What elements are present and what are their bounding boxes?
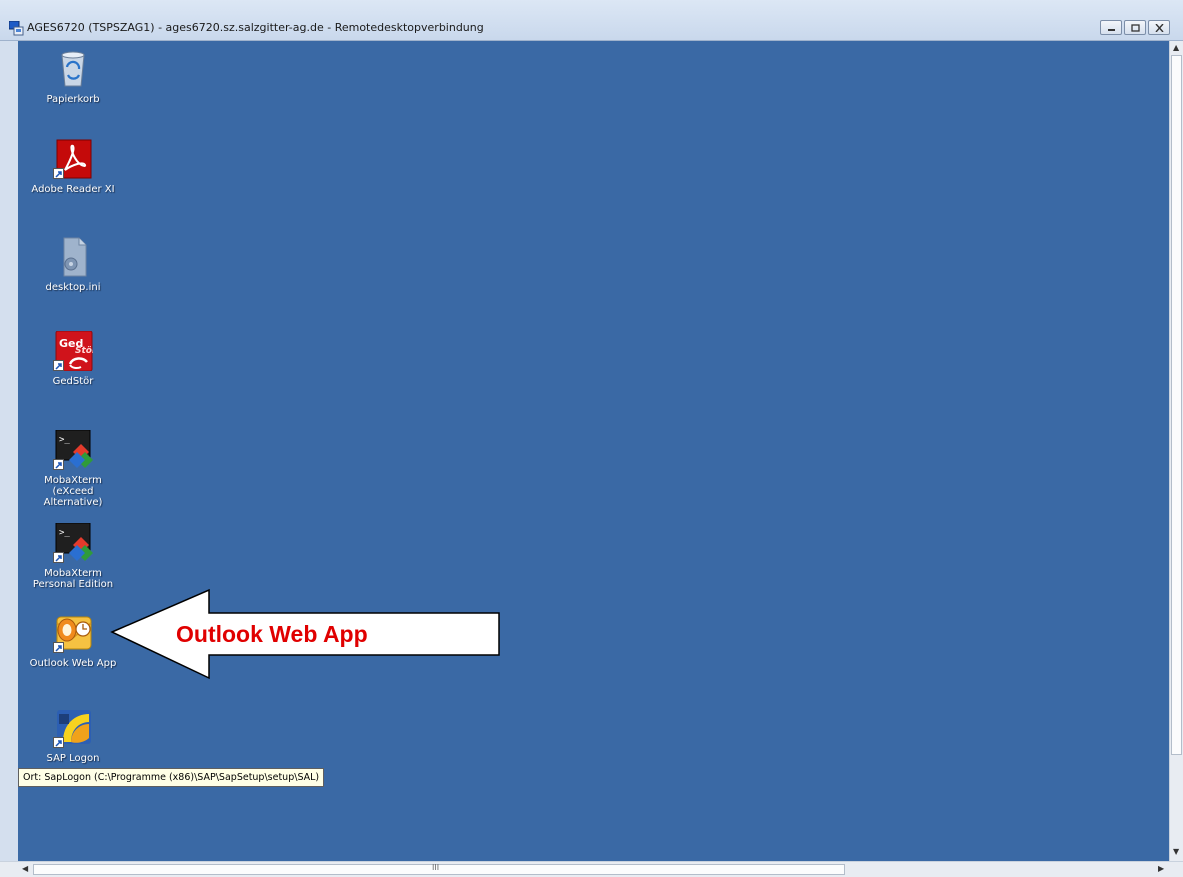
minimize-icon	[1108, 29, 1115, 31]
desktop-icon-gedstoer[interactable]: Ged Stör GedStör	[29, 331, 117, 387]
svg-text:>_: >_	[59, 435, 70, 445]
desktop-area: Papierkorb Adobe Reader XI desktop.ini G…	[18, 41, 1169, 861]
gedstoer-icon: Ged Stör	[53, 331, 93, 371]
vertical-scrollbar[interactable]: ▲ ▼	[1169, 41, 1183, 861]
svg-text:>_: >_	[59, 528, 70, 538]
horizontal-scroll-thumb[interactable]: III	[33, 863, 845, 875]
icon-label: Outlook Web App	[29, 658, 117, 669]
title-bar[interactable]: AGES6720 (TSPSZAG1) - ages6720.sz.salzgi…	[0, 0, 1183, 41]
vertical-scroll-thumb[interactable]	[1171, 55, 1182, 755]
icon-label: MobaXterm (eXceed Alternative)	[43, 475, 103, 508]
shortcut-arrow-icon	[53, 360, 64, 371]
desktop-icon-sap-logon[interactable]: SAP Logon	[29, 708, 117, 764]
desktop-icon-mobaxterm-personal[interactable]: >_ MobaXterm Personal Edition	[29, 523, 117, 590]
horizontal-scrollbar[interactable]: ◀ III ▶	[0, 861, 1183, 877]
icon-label: Adobe Reader XI	[31, 184, 115, 195]
icon-label: SAP Logon	[46, 753, 100, 764]
scroll-grip: III	[432, 863, 440, 872]
mobaxterm-icon: >_	[53, 430, 93, 470]
icon-label: Papierkorb	[46, 94, 100, 105]
tooltip: Ort: SapLogon (C:\Programme (x86)\SAP\Sa…	[18, 768, 325, 787]
shortcut-arrow-icon	[53, 168, 64, 179]
minimize-button[interactable]	[1100, 20, 1122, 35]
close-button[interactable]	[1148, 20, 1170, 35]
icon-label: GedStör	[52, 376, 94, 387]
close-icon	[1155, 24, 1164, 32]
shortcut-arrow-icon	[53, 642, 64, 653]
outlook-icon	[53, 613, 93, 653]
desktop-icon-mobaxterm-exceed[interactable]: >_ MobaXterm (eXceed Alternative)	[29, 430, 117, 508]
shortcut-arrow-icon	[53, 737, 64, 748]
desktop-icon-outlook-web-app[interactable]: Outlook Web App	[29, 613, 117, 669]
remote-desktop-icon	[8, 20, 24, 36]
restore-icon	[1131, 24, 1140, 32]
scroll-right-icon[interactable]: ▶	[1158, 864, 1164, 873]
adobe-reader-icon	[53, 139, 93, 179]
scroll-down-icon[interactable]: ▼	[1173, 847, 1179, 856]
shortcut-arrow-icon	[53, 459, 64, 470]
desktop-icon-adobe-reader[interactable]: Adobe Reader XI	[29, 139, 117, 195]
desktop-icon-desktop-ini[interactable]: desktop.ini	[29, 237, 117, 293]
scroll-up-icon[interactable]: ▲	[1173, 43, 1179, 52]
restore-button[interactable]	[1124, 20, 1146, 35]
window-title: AGES6720 (TSPSZAG1) - ages6720.sz.salzgi…	[27, 21, 484, 34]
callout-label: Outlook Web App	[176, 621, 368, 647]
mobaxterm-icon: >_	[53, 523, 93, 563]
ini-file-icon	[53, 237, 93, 277]
sap-logon-icon	[53, 708, 93, 748]
svg-text:Stör: Stör	[75, 346, 93, 356]
desktop-icon-papierkorb[interactable]: Papierkorb	[29, 49, 117, 105]
shortcut-arrow-icon	[53, 552, 64, 563]
remote-desktop-window: AGES6720 (TSPSZAG1) - ages6720.sz.salzgi…	[0, 0, 1183, 877]
scroll-left-icon[interactable]: ◀	[22, 864, 28, 873]
icon-label: MobaXterm Personal Edition	[32, 568, 114, 590]
recycle-bin-icon	[53, 49, 93, 89]
icon-label: desktop.ini	[45, 282, 101, 293]
